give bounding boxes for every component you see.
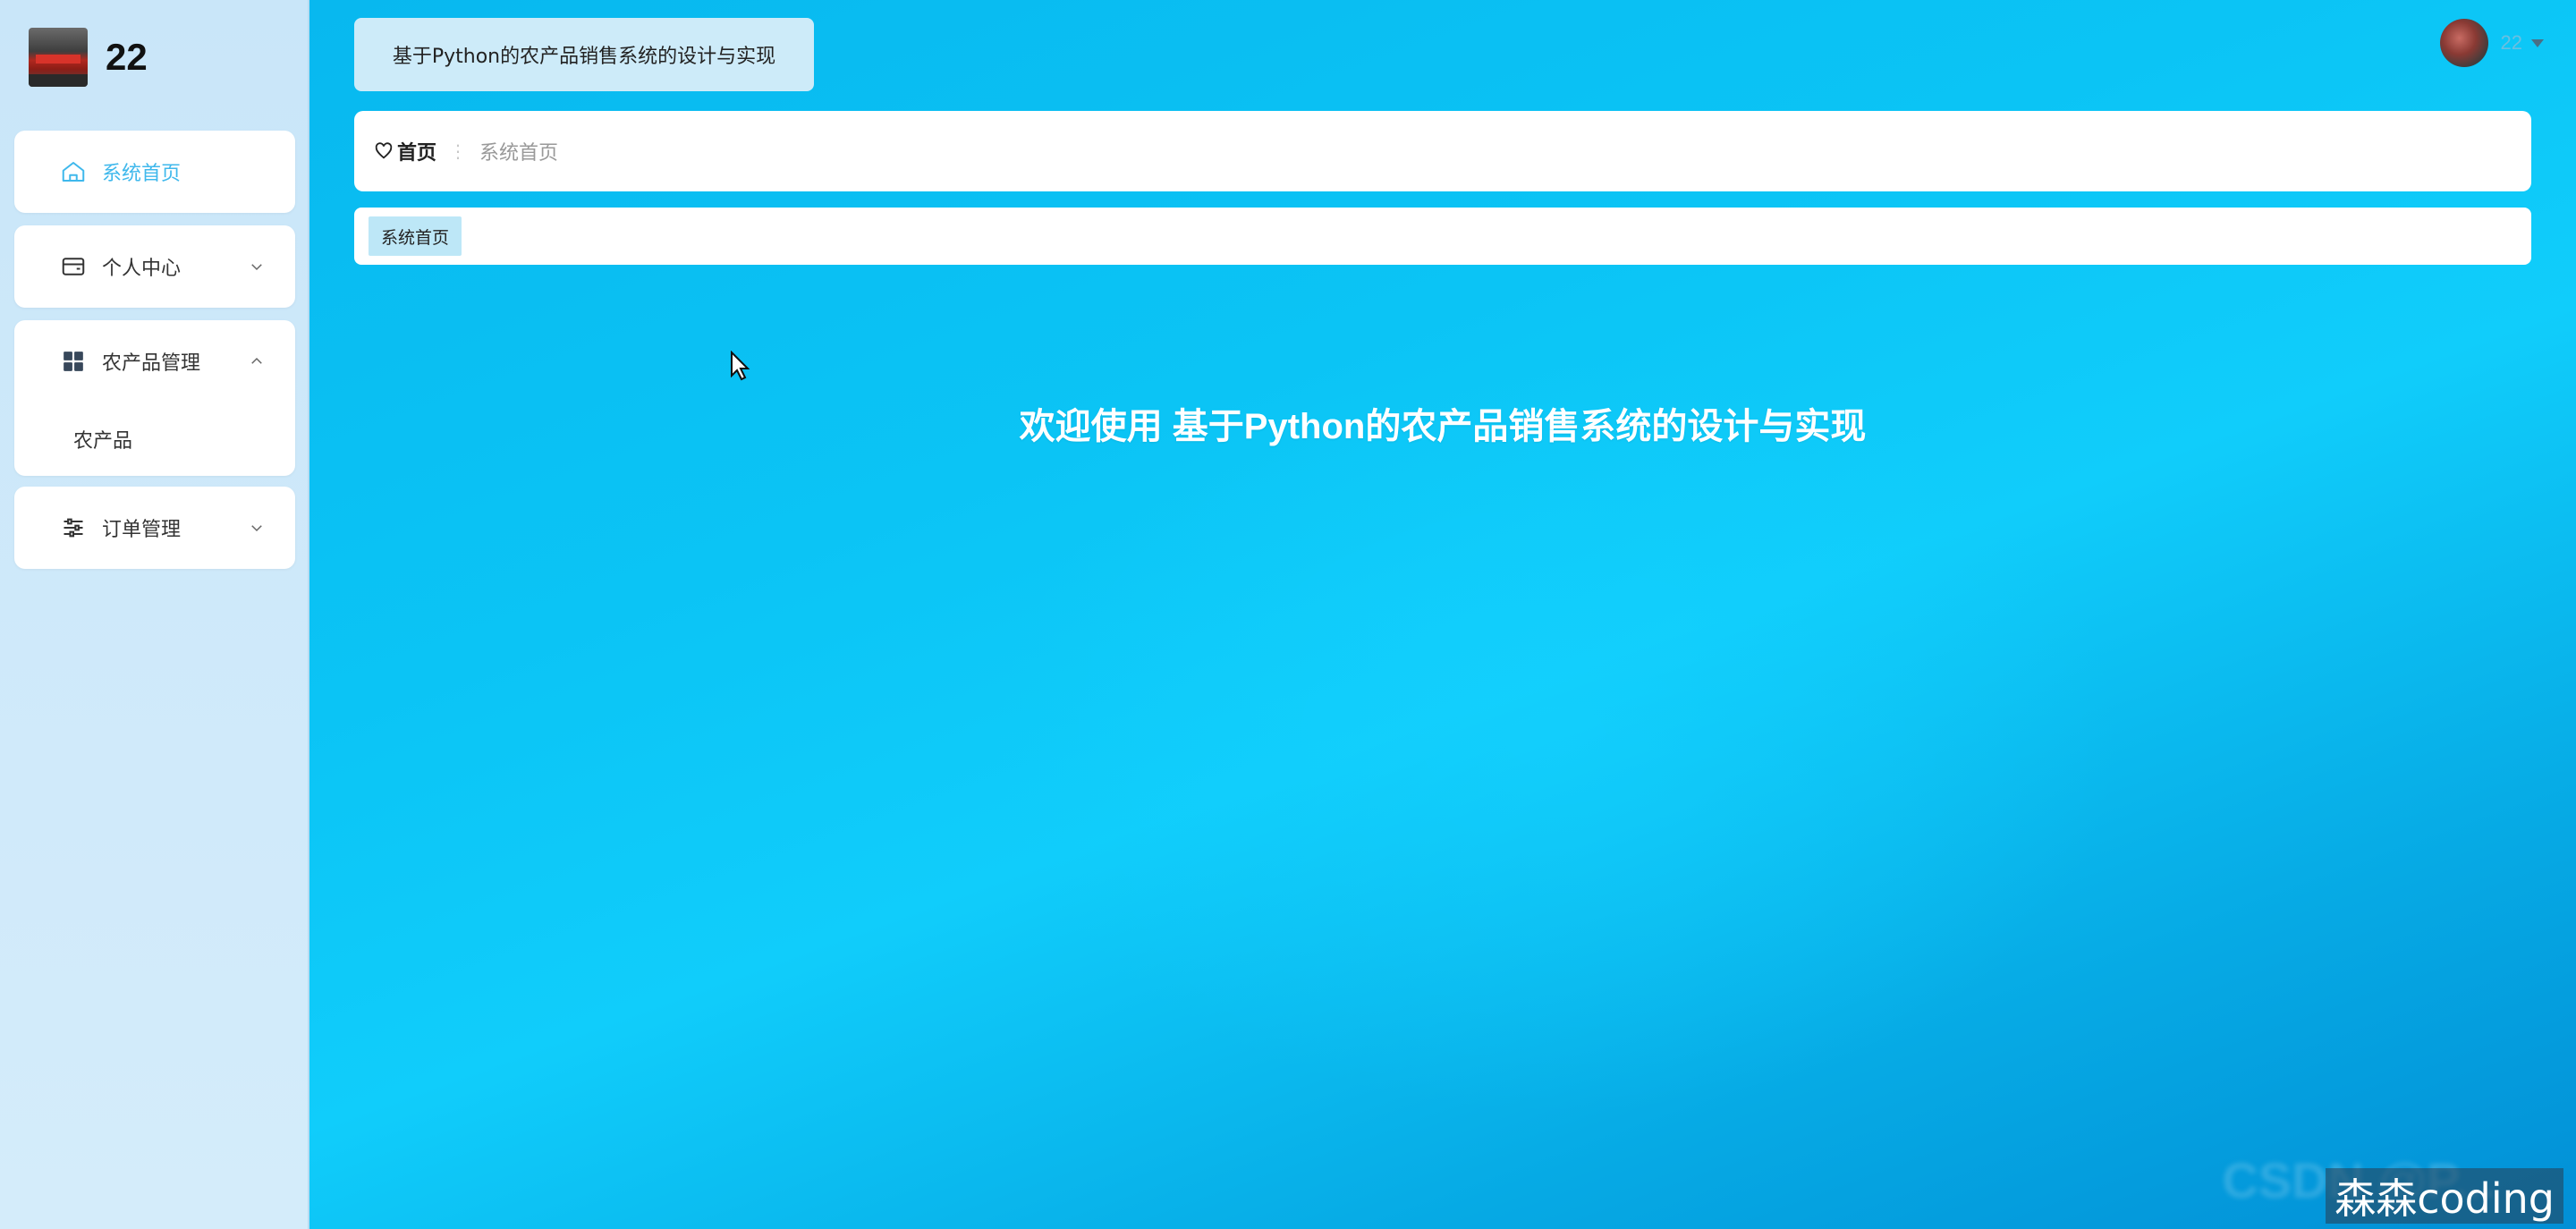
user-menu[interactable]: 22 <box>2439 18 2544 68</box>
sidebar-card-products: 农产品管理 农产品 <box>14 320 295 476</box>
watermark: 森森coding <box>2326 1168 2563 1224</box>
breadcrumb-separator: ⋮ <box>449 140 468 162</box>
sidebar-item-label: 系统首页 <box>102 163 182 185</box>
mouse-cursor-icon <box>731 351 750 381</box>
sidebar-item-order-management[interactable]: 订单管理 <box>14 487 295 569</box>
breadcrumb: 首页 ⋮ 系统首页 <box>354 111 2531 191</box>
sidebar-item-label: 个人中心 <box>102 258 182 280</box>
home-icon <box>59 157 88 186</box>
chevron-up-icon[interactable] <box>247 352 267 371</box>
sidebar-item-label: 订单管理 <box>102 519 182 541</box>
grid-icon <box>59 347 88 376</box>
breadcrumb-home[interactable]: 首页 <box>374 137 436 165</box>
sidebar-subitem-products[interactable]: 农产品 <box>14 403 295 476</box>
heart-icon <box>375 142 393 159</box>
sidebar-card-orders: 订单管理 <box>14 487 295 569</box>
brand: 22 <box>29 25 148 89</box>
avatar[interactable] <box>2439 19 2488 67</box>
chevron-down-icon[interactable] <box>247 518 267 538</box>
caret-down-icon[interactable] <box>2531 38 2544 47</box>
tag-home[interactable]: 系统首页 <box>369 216 462 256</box>
welcome-heading: 欢迎使用 基于Python的农产品销售系统的设计与实现 <box>1019 407 1867 446</box>
breadcrumb-current: 系统首页 <box>479 142 559 165</box>
breadcrumb-home-label: 首页 <box>397 142 437 165</box>
sidebar-card-profile: 个人中心 <box>14 225 295 308</box>
wallet-icon <box>59 252 88 281</box>
sidebar-item-product-management[interactable]: 农产品管理 <box>14 320 295 403</box>
sidebar-item-profile[interactable]: 个人中心 <box>14 225 295 308</box>
sidebar-card-home: 系统首页 <box>14 131 295 213</box>
sidebar: 22 系统首页 个人中心 农产品管理 农产品 订单管理 <box>0 0 309 1229</box>
system-title: 基于Python的农产品销售系统的设计与实现 <box>354 18 814 91</box>
brand-logo <box>29 28 88 87</box>
sliders-icon <box>59 513 88 542</box>
sidebar-item-home[interactable]: 系统首页 <box>14 131 295 213</box>
sidebar-item-label: 农产品管理 <box>102 352 201 375</box>
tags-view: 系统首页 <box>354 208 2531 265</box>
sidebar-subitem-label: 农产品 <box>73 430 133 453</box>
brand-name: 22 <box>106 36 148 78</box>
user-name[interactable]: 22 <box>2501 31 2522 55</box>
main-content: 基于Python的农产品销售系统的设计与实现 22 首页 ⋮ 系统首页 系统首页… <box>309 0 2576 1229</box>
chevron-down-icon[interactable] <box>247 257 267 276</box>
